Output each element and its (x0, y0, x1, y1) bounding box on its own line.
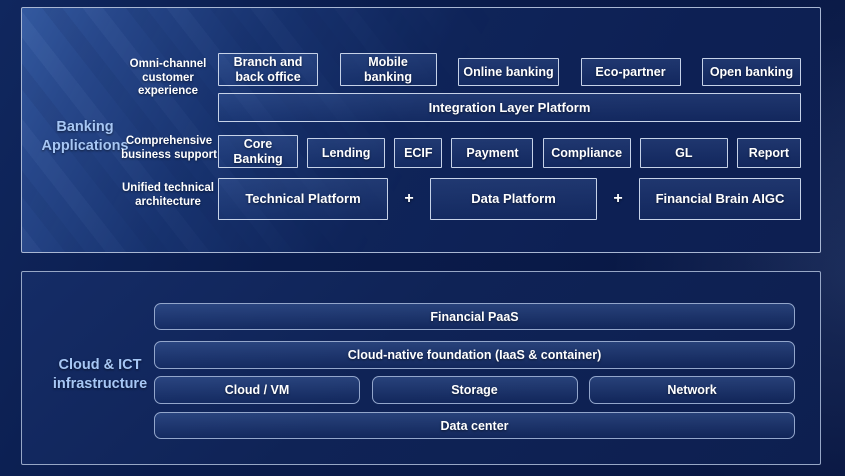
box-gl: GL (640, 138, 728, 168)
box-data-platform: Data Platform (430, 178, 597, 220)
omni-label-line2: customer (122, 72, 214, 86)
bar-financial-paas: Financial PaaS (154, 303, 795, 330)
box-eco-partner: Eco-partner (581, 58, 681, 86)
business-label-line1: Comprehensive (113, 135, 225, 149)
business-support-row-label: Comprehensive business support (113, 135, 225, 162)
box-payment: Payment (451, 138, 533, 168)
box-core-banking: Core Banking (218, 135, 298, 168)
business-boxes-row: Core Banking Lending ECIF Payment Compli… (218, 134, 801, 168)
omni-label-line3: experience (122, 85, 214, 99)
cloud-ict-panel: Cloud & ICT infrastructure Financial Paa… (21, 271, 821, 465)
omni-label-line1: Omni-channel (122, 58, 214, 72)
plus-separator-2: + (597, 178, 639, 220)
integration-layer-platform-bar: Integration Layer Platform (218, 93, 801, 122)
banking-applications-panel: Banking Applications Omni-channel custom… (21, 7, 821, 253)
channel-boxes-row: Branch and back office Mobile banking On… (218, 53, 801, 86)
unified-label-line1: Unified technical (112, 182, 224, 196)
box-financial-brain-aigc: Financial Brain AIGC (639, 178, 801, 220)
box-mobile-banking: Mobile banking (340, 53, 437, 86)
unified-architecture-row-label: Unified technical architecture (112, 182, 224, 209)
cloud-panel-title: Cloud & ICT infrastructure (44, 356, 156, 394)
box-compliance: Compliance (543, 138, 631, 168)
box-report: Report (737, 138, 801, 168)
bar-data-center: Data center (154, 412, 795, 439)
box-storage: Storage (372, 376, 578, 404)
unified-label-line2: architecture (112, 196, 224, 210)
plus-separator-1: + (388, 178, 430, 220)
box-lending: Lending (307, 138, 385, 168)
box-cloud-vm: Cloud / VM (154, 376, 360, 404)
box-open-banking: Open banking (702, 58, 801, 86)
box-branch-back-office: Branch and back office (218, 53, 318, 86)
business-label-line2: business support (113, 149, 225, 163)
box-ecif: ECIF (394, 138, 442, 168)
architecture-boxes-row: Technical Platform + Data Platform + Fin… (218, 178, 801, 220)
box-network: Network (589, 376, 795, 404)
box-technical-platform: Technical Platform (218, 178, 388, 220)
architecture-diagram: Banking Applications Omni-channel custom… (0, 0, 845, 476)
box-online-banking: Online banking (458, 58, 559, 86)
bar-cloud-native-foundation: Cloud-native foundation (IaaS & containe… (154, 341, 795, 369)
omni-channel-row-label: Omni-channel customer experience (122, 58, 214, 99)
resource-boxes-row: Cloud / VM Storage Network (154, 376, 795, 404)
